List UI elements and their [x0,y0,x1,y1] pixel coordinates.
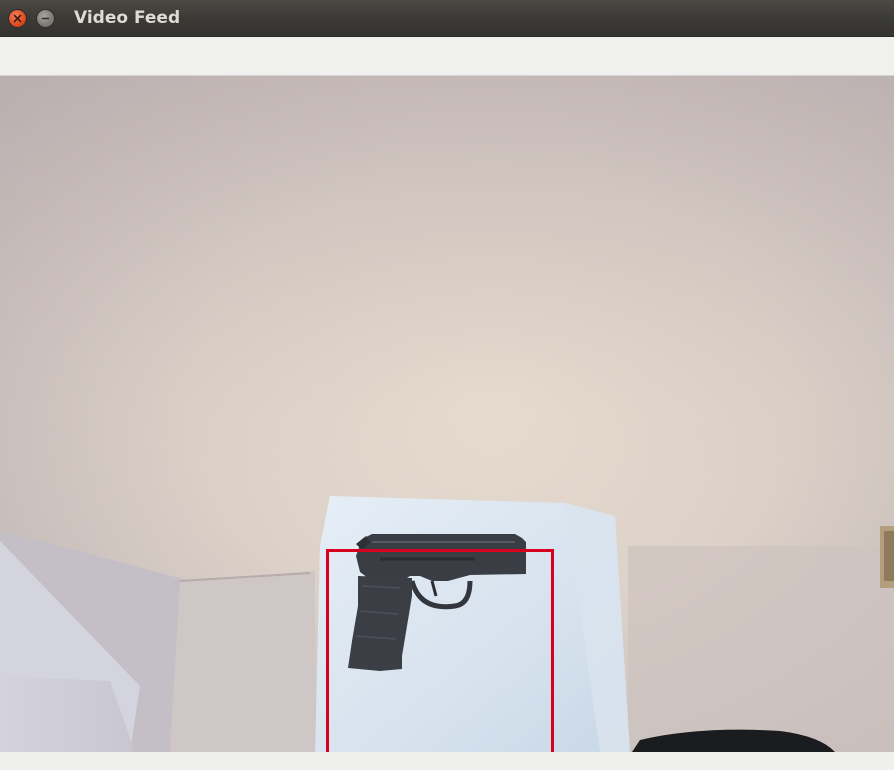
close-button[interactable] [8,9,27,28]
title-bar[interactable]: Video Feed [0,0,894,37]
status-strip [0,752,894,770]
toolbar-area [0,37,894,76]
window-title: Video Feed [74,8,181,28]
close-icon [13,14,22,23]
detection-bounding-box [326,549,554,752]
minimize-icon [41,17,50,20]
video-feed-window: Video Feed [0,0,894,770]
minimize-button[interactable] [36,9,55,28]
video-frame [0,76,894,752]
